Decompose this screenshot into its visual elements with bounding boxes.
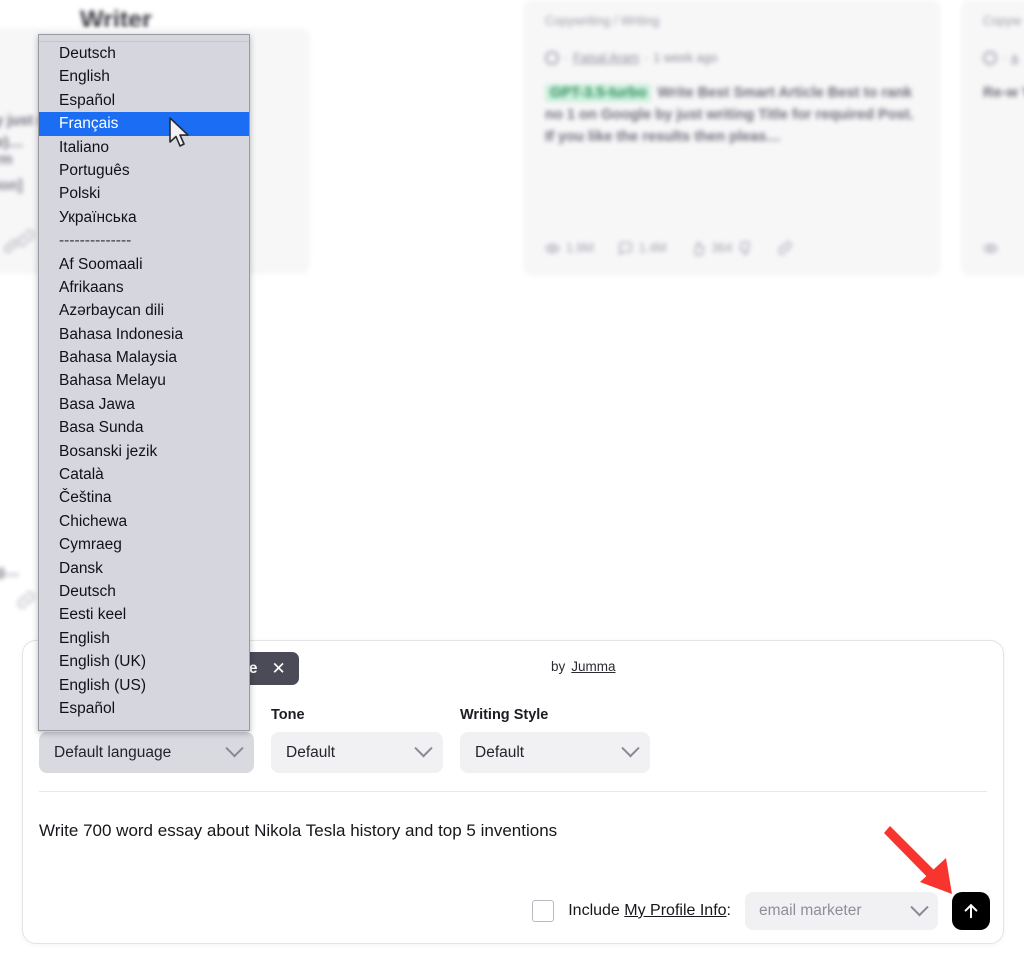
include-profile-checkbox[interactable] — [532, 900, 555, 922]
tone-select[interactable]: Default — [271, 732, 443, 773]
profile-select[interactable]: email marketer — [745, 892, 938, 930]
globe-icon — [983, 51, 997, 65]
card-body: GPT-3.5-turbo Write Best Smart Article Be… — [545, 82, 923, 149]
link-icon — [16, 228, 36, 256]
link-icon — [16, 590, 36, 618]
thumbs-up-icon[interactable] — [691, 240, 706, 256]
include-profile-label: Include My Profile Info: — [568, 902, 731, 920]
card-stats: 1.9M 1.4M 364 — [545, 240, 807, 256]
tone-select-value: Default — [286, 743, 336, 761]
language-select-value: Default language — [54, 743, 172, 761]
language-option-italiano[interactable]: Italiano — [39, 136, 249, 159]
chevron-down-icon — [225, 739, 244, 758]
arrow-up-icon — [964, 904, 978, 919]
language-select[interactable]: Default language — [39, 732, 254, 773]
language-option-list[interactable]: Deutsch English Español Français Italiano Por… — [39, 42, 249, 720]
language-option-eesti-keel[interactable]: Eesti keel — [39, 603, 249, 626]
app-root: Writer a · 2 months ago SEO optimized ar… — [0, 0, 1024, 955]
card-author[interactable]: Faisal Aram — [573, 51, 639, 65]
my-profile-info-link[interactable]: My Profile Info — [624, 902, 726, 919]
profile-select-value: email marketer — [759, 902, 862, 919]
language-option-polski[interactable]: Polski — [39, 182, 249, 205]
writing-style-select-value: Default — [475, 743, 525, 761]
writing-style-select-label: Writing Style — [460, 707, 549, 723]
comments-count: 1.4M — [638, 241, 667, 255]
prompt-card[interactable]: Copyw · a Re-w You c score — [961, 0, 1024, 276]
comments-stat: 1.4M — [618, 241, 667, 256]
by-prefix: by — [551, 659, 566, 674]
prompt-author-line: by Jumma — [551, 659, 616, 674]
language-option-fran-ais[interactable]: Français — [39, 112, 249, 136]
card-meta: · a — [983, 51, 1018, 65]
language-option-english-uk[interactable]: English (UK) — [39, 650, 249, 673]
language-option-bahasa-malaysia[interactable]: Bahasa Malaysia — [39, 346, 249, 369]
language-option-english[interactable]: English — [39, 627, 249, 650]
language-option-catal[interactable]: Català — [39, 463, 249, 486]
globe-icon — [545, 51, 559, 65]
copy-link-stat[interactable] — [777, 240, 793, 256]
card-category: Copywriting / Writing — [545, 14, 660, 28]
views-stat — [983, 241, 998, 256]
close-icon[interactable]: ✕ — [271, 660, 285, 677]
language-option-af-soomaali[interactable]: Af Soomaali — [39, 253, 249, 276]
chevron-down-icon — [910, 897, 929, 916]
tone-select-group: Tone Default — [271, 707, 443, 773]
include-prefix: Include — [568, 902, 620, 919]
eye-icon — [983, 244, 998, 253]
dropdown-top-cap — [39, 35, 249, 42]
card-body: Re-w You c score — [983, 85, 1024, 101]
tone-select-label: Tone — [271, 707, 305, 723]
prompt-card[interactable]: Copywriting / Writing · Faisal Aram · 1 … — [523, 0, 941, 276]
chevron-down-icon — [621, 739, 640, 758]
language-option-basa-sunda[interactable]: Basa Sunda — [39, 416, 249, 439]
thumbs-down-icon[interactable] — [738, 241, 753, 256]
language-dropdown-menu[interactable]: Deutsch English Español Français Italiano Por… — [38, 34, 250, 731]
views-stat: 1.9M — [545, 241, 594, 256]
send-button[interactable] — [952, 892, 990, 930]
model-tag: GPT-3.5-turbo — [545, 84, 652, 102]
divider — [39, 791, 987, 792]
composer-footer: Include My Profile Info: email marketer — [532, 892, 990, 930]
card-time: 1 week ago — [653, 51, 718, 65]
language-option-basa-jawa[interactable]: Basa Jawa — [39, 393, 249, 416]
writing-style-select-group: Writing Style Default — [460, 707, 650, 773]
language-option-e-tina[interactable]: Čeština — [39, 486, 249, 509]
card-category: Copyw — [983, 14, 1022, 28]
prompt-input[interactable]: Write 700 word essay about Nikola Tesla … — [39, 821, 963, 841]
language-option-separator: -------------- — [59, 232, 132, 250]
link-icon[interactable] — [777, 240, 793, 256]
language-option-espa-ol[interactable]: Español — [39, 697, 249, 720]
language-option-az-rbaycan-dili[interactable]: Azərbaycan dili — [39, 299, 249, 322]
language-option-afrikaans[interactable]: Afrikaans — [39, 276, 249, 299]
language-option-espa-ol[interactable]: Español — [39, 89, 249, 112]
language-option-bahasa-melayu[interactable]: Bahasa Melayu — [39, 369, 249, 392]
likes-stat: 364 — [691, 240, 754, 256]
prompt-author-link[interactable]: Jumma — [571, 659, 615, 674]
card-fragment-text: g… — [0, 564, 20, 580]
language-option-english-us[interactable]: English (US) — [39, 674, 249, 697]
card-fragment-text: rm — [0, 152, 13, 168]
card-fragment-text: sion] — [0, 178, 23, 194]
card-stats — [983, 241, 1012, 256]
comment-icon[interactable] — [618, 241, 633, 256]
language-option-deutsch[interactable]: Deutsch — [39, 42, 249, 65]
language-option-bahasa-indonesia[interactable]: Bahasa Indonesia — [39, 323, 249, 346]
likes-count: 364 — [711, 241, 733, 255]
language-option-english[interactable]: English — [39, 65, 249, 88]
chevron-down-icon — [414, 739, 433, 758]
eye-icon — [545, 243, 560, 253]
language-option-bosanski-jezik[interactable]: Bosanski jezik — [39, 440, 249, 463]
language-option-deutsch[interactable]: Deutsch — [39, 580, 249, 603]
language-option-dansk[interactable]: Dansk — [39, 557, 249, 580]
card-author[interactable]: a — [1011, 51, 1018, 65]
views-count: 1.9M — [566, 241, 594, 255]
include-suffix: : — [726, 902, 731, 919]
language-option-chichewa[interactable]: Chichewa — [39, 510, 249, 533]
writing-style-select[interactable]: Default — [460, 732, 650, 773]
card-meta: · Faisal Aram · 1 week ago — [545, 51, 717, 65]
language-option-cymraeg[interactable]: Cymraeg — [39, 533, 249, 556]
language-option-[interactable]: Українська — [39, 206, 249, 229]
language-option-portugu-s[interactable]: Português — [39, 159, 249, 182]
